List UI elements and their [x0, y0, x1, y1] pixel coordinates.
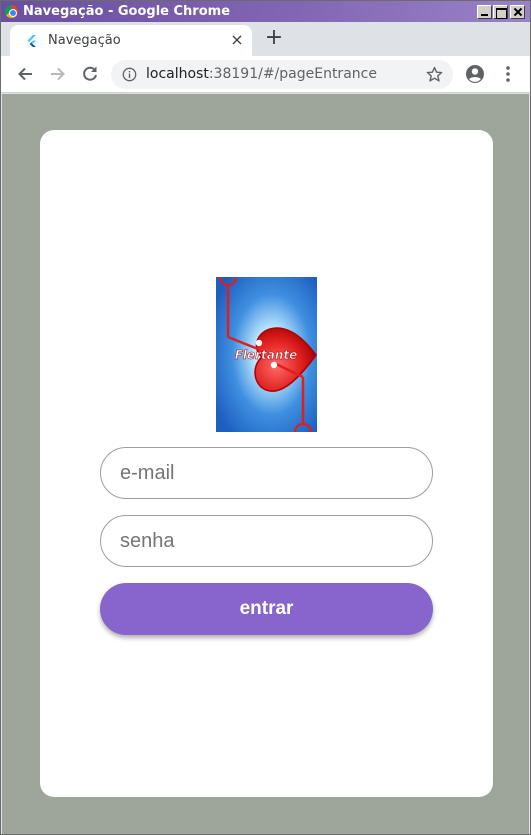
- email-input[interactable]: [120, 460, 410, 486]
- app-logo: Flertante: [216, 277, 317, 432]
- browser-toolbar: localhost:38191/#/pageEntrance: [1, 56, 530, 93]
- star-icon[interactable]: [426, 66, 443, 83]
- account-icon: [466, 65, 484, 83]
- email-field[interactable]: [100, 447, 433, 499]
- login-button[interactable]: entrar: [100, 583, 433, 635]
- page-viewport: Flertante entrar: [2, 94, 529, 834]
- logo-text: Flertante: [235, 348, 298, 362]
- tab-strip: Navegação × +: [1, 22, 530, 56]
- tab-title: Navegação: [48, 33, 121, 48]
- window-titlebar: Navegação - Google Chrome: [1, 1, 530, 22]
- arrow-left-icon: [18, 67, 32, 81]
- forward-button[interactable]: [47, 63, 69, 85]
- maximize-button[interactable]: [493, 5, 508, 19]
- minimize-button[interactable]: [477, 5, 492, 19]
- password-field[interactable]: [100, 515, 433, 567]
- reload-icon: [83, 66, 97, 81]
- new-tab-button[interactable]: +: [263, 27, 285, 50]
- password-input[interactable]: [120, 528, 410, 554]
- menu-button[interactable]: [497, 63, 519, 85]
- url-path: :38191/#/pageEntrance: [208, 66, 377, 82]
- back-button[interactable]: [14, 63, 36, 85]
- browser-window: Navegação - Google Chrome Navegação × +: [0, 0, 531, 835]
- info-icon[interactable]: [122, 67, 137, 82]
- address-bar[interactable]: localhost:38191/#/pageEntrance: [111, 60, 453, 89]
- url-host: localhost: [146, 66, 209, 82]
- arrow-right-icon: [51, 67, 65, 81]
- more-vert-icon: [506, 66, 510, 82]
- chrome-icon: [5, 5, 18, 18]
- url-text[interactable]: localhost:38191/#/pageEntrance: [146, 66, 377, 82]
- tab-close-icon[interactable]: ×: [228, 31, 246, 49]
- flutter-icon: [27, 35, 36, 47]
- profile-button[interactable]: [464, 63, 486, 85]
- window-title: Navegação - Google Chrome: [23, 4, 231, 19]
- close-window-button[interactable]: [510, 5, 525, 19]
- login-card: Flertante entrar: [40, 130, 493, 797]
- reload-button[interactable]: [79, 63, 101, 85]
- tab-navegacao[interactable]: Navegação ×: [10, 25, 252, 56]
